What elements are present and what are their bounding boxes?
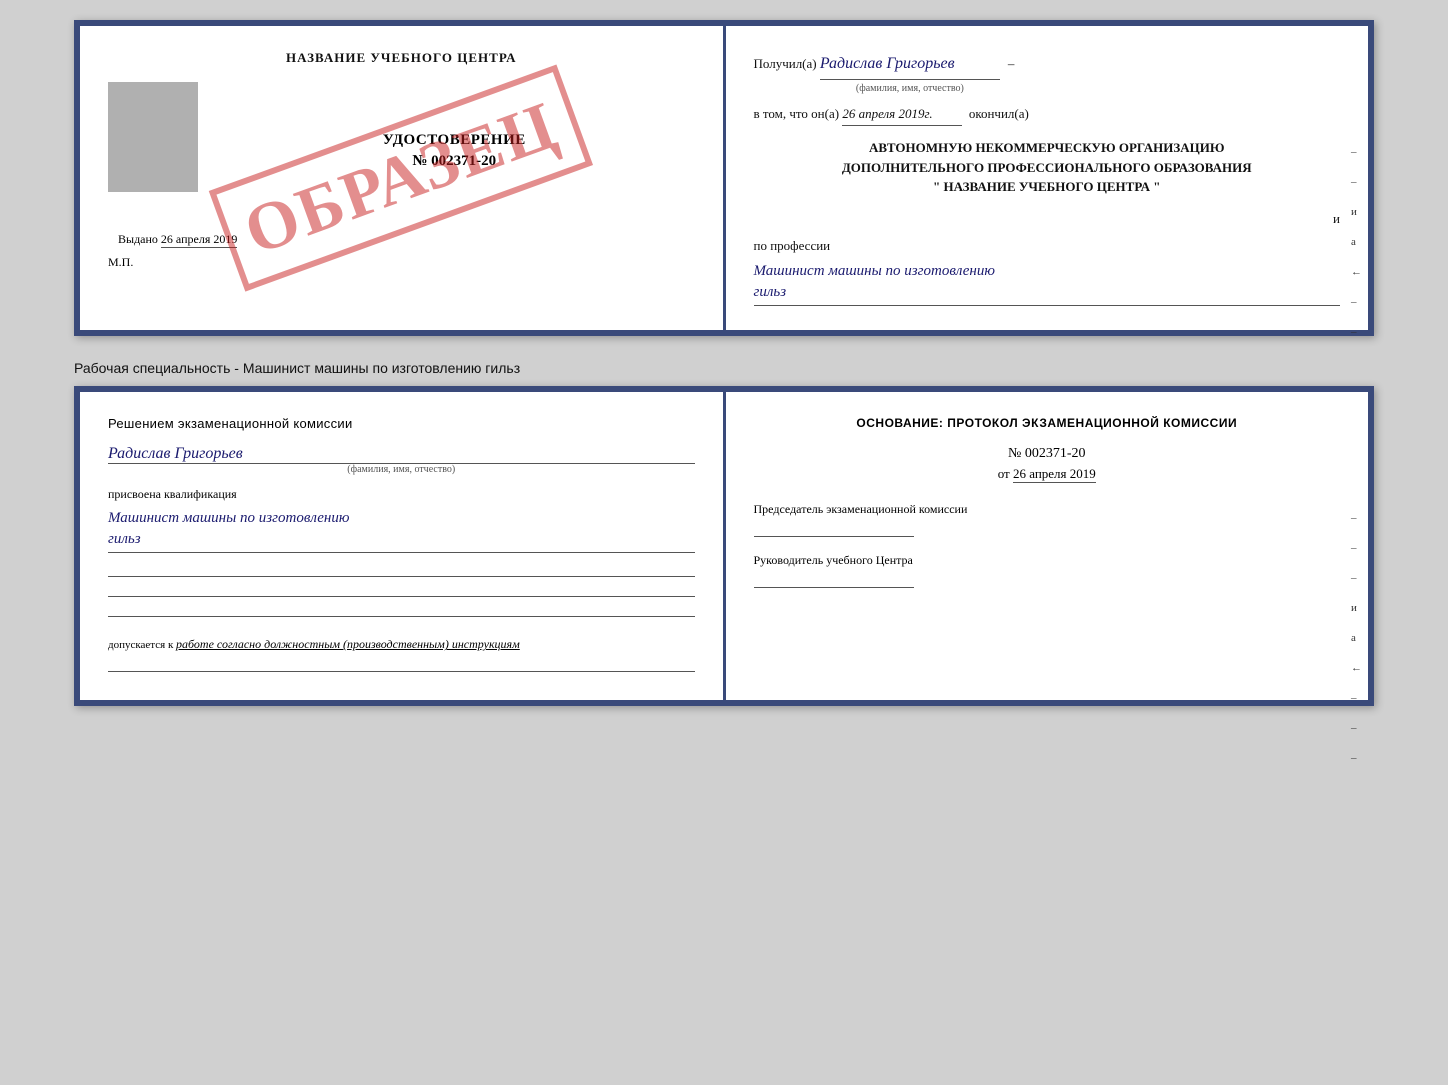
by-profession-label: по профессии — [754, 238, 831, 253]
dopusk-container: допускается к работе согласно должностны… — [108, 637, 695, 652]
side2-mark-5: – — [1351, 722, 1362, 734]
side2-mark-4: – — [1351, 692, 1362, 704]
side2-mark-а: а — [1351, 632, 1362, 644]
and-label-container: и — [754, 207, 1341, 230]
blank-line-3 — [108, 601, 695, 617]
received-sublabel: (фамилия, имя, отчество) — [856, 80, 964, 98]
side-mark-1: – — [1351, 146, 1362, 158]
in-that-label: в том, что он(а) — [754, 102, 840, 125]
org-line1: АВТОНОМНУЮ НЕКОММЕРЧЕСКУЮ ОРГАНИЗАЦИЮ — [754, 138, 1341, 158]
dash: – — [1008, 52, 1015, 75]
org-name-line: " НАЗВАНИЕ УЧЕБНОГО ЦЕНТРА " — [754, 177, 1341, 197]
director-block: Руководитель учебного Центра — [754, 553, 1341, 588]
side2-mark-3: – — [1351, 572, 1362, 584]
blank-line-2 — [108, 581, 695, 597]
cert-title: УДОСТОВЕРЕНИЕ — [214, 132, 695, 149]
side2-mark-2: – — [1351, 542, 1362, 554]
org-line2: ДОПОЛНИТЕЛЬНОГО ПРОФЕССИОНАЛЬНОГО ОБРАЗО… — [754, 158, 1341, 178]
basis-label: Основание: протокол экзаменационной коми… — [754, 416, 1341, 430]
by-profession-container: по профессии — [754, 234, 1341, 257]
blank-line-1 — [108, 561, 695, 577]
side-mark-и: и — [1351, 206, 1362, 218]
profession-value: Машинист машины по изготовлению — [754, 261, 1341, 282]
issued-label: Выдано — [118, 232, 158, 246]
issued-date: 26 апреля 2019 — [161, 232, 237, 248]
book2-name-value: Радислав Григорьев — [108, 445, 695, 464]
cert-number: № 002371-20 — [214, 153, 695, 170]
side2-mark-1: – — [1351, 512, 1362, 524]
side2-mark-6: – — [1351, 752, 1362, 764]
protocol-number: № 002371-20 — [754, 446, 1341, 462]
dopusk-value: работе согласно должностным (производств… — [176, 637, 520, 651]
certificate-book-1: НАЗВАНИЕ УЧЕБНОГО ЦЕНТРА УДОСТОВЕРЕНИЕ №… — [74, 20, 1374, 336]
mp-label: М.П. — [108, 255, 695, 270]
dopusk-label: допускается к — [108, 639, 173, 651]
book1-institution-name: НАЗВАНИЕ УЧЕБНОГО ЦЕНТРА — [108, 50, 695, 66]
side-mark-а: а — [1351, 236, 1362, 248]
received-label: Получил(а) — [754, 52, 817, 75]
chairman-label: Председатель экзаменационной комиссии — [754, 502, 1341, 517]
org-name: НАЗВАНИЕ УЧЕБНОГО ЦЕНТРА — [943, 179, 1150, 194]
qualification-value2: гильз — [108, 529, 695, 553]
side-mark-4: – — [1351, 326, 1362, 338]
protocol-date: 26 апреля 2019 — [1013, 466, 1096, 483]
org-block: АВТОНОМНУЮ НЕКОММЕРЧЕСКУЮ ОРГАНИЗАЦИЮ ДО… — [754, 138, 1341, 197]
in-that-date: 26 апреля 2019г. — [842, 102, 962, 126]
side2-mark-arrow: ← — [1351, 662, 1362, 674]
book1-right-content: Получил(а) Радислав Григорьев (фамилия, … — [754, 50, 1341, 306]
received-line: Получил(а) Радислав Григорьев (фамилия, … — [754, 50, 1341, 98]
director-sign-line — [754, 572, 914, 588]
side-mark-arrow: ← — [1351, 266, 1362, 278]
org-quotes-open: " — [933, 179, 940, 194]
book2-right-page: Основание: протокол экзаменационной коми… — [726, 392, 1369, 700]
in-that-line: в том, что он(а) 26 апреля 2019г. окончи… — [754, 102, 1341, 126]
org-quotes-close: " — [1153, 179, 1160, 194]
book1-right-page: Получил(а) Радислав Григорьев (фамилия, … — [726, 26, 1369, 330]
chairman-sign-line — [754, 521, 914, 537]
finished-label: окончил(а) — [969, 102, 1029, 125]
received-value: Радислав Григорьев — [820, 50, 1000, 80]
side-mark-3: – — [1351, 296, 1362, 308]
side2-mark-и: и — [1351, 602, 1362, 614]
decision-label: Решением экзаменационной комиссии — [108, 416, 695, 431]
chairman-block: Председатель экзаменационной комиссии — [754, 502, 1341, 537]
book2-left-page: Решением экзаменационной комиссии Радисл… — [80, 392, 726, 700]
book1-left-page: НАЗВАНИЕ УЧЕБНОГО ЦЕНТРА УДОСТОВЕРЕНИЕ №… — [80, 26, 726, 330]
and-label: и — [1333, 211, 1340, 226]
qualification-container: Машинист машины по изготовлению гильз — [108, 508, 695, 553]
protocol-date-container: от 26 апреля 2019 — [754, 466, 1341, 482]
subtitle-line: Рабочая специальность - Машинист машины … — [74, 360, 1374, 376]
qualification-value: Машинист машины по изготовлению — [108, 508, 695, 529]
profession-value-container: Машинист машины по изготовлению гильз — [754, 261, 1341, 306]
right2-side-marks: – – – и а ← – – – — [1351, 512, 1362, 764]
cert-issued: Выдано 26 апреля 2019 — [118, 232, 695, 247]
certificate-book-2: Решением экзаменационной комиссии Радисл… — [74, 386, 1374, 706]
side-mark-2: – — [1351, 176, 1362, 188]
profession-value2: гильз — [754, 282, 1341, 306]
director-label: Руководитель учебного Центра — [754, 553, 1341, 568]
blank-line-4 — [108, 656, 695, 672]
book2-name-sublabel: (фамилия, имя, отчество) — [108, 464, 695, 475]
protocol-date-prefix: от — [998, 466, 1010, 481]
right-side-marks: – – и а ← – – — [1351, 146, 1362, 338]
photo-placeholder — [108, 82, 198, 192]
assigned-label: присвоена квалификация — [108, 487, 695, 502]
